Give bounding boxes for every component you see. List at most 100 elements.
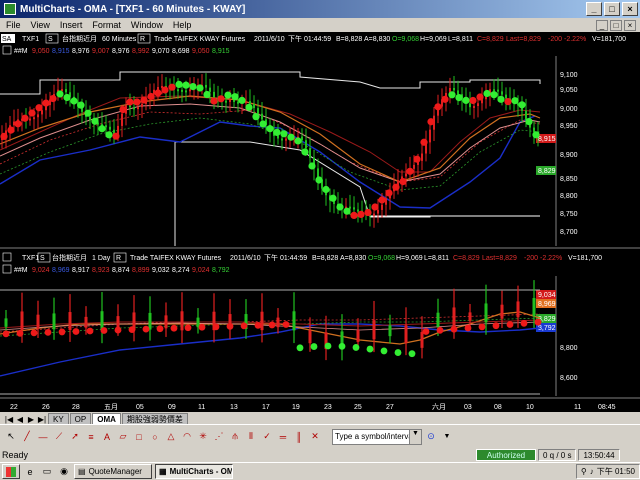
signal-dot xyxy=(140,96,148,104)
maximize-button[interactable]: □ xyxy=(604,2,620,16)
mdi-restore-button[interactable]: □ xyxy=(610,19,622,31)
daily-bar-body xyxy=(148,312,152,330)
gann-icon[interactable]: ✳ xyxy=(196,430,210,444)
tab-first-button[interactable]: |◀ xyxy=(4,415,14,424)
pane1-indicator-row: ##M 9,050 8,915 8,976 9,007 8,976 8,992 … xyxy=(2,45,230,55)
candle-body xyxy=(505,94,507,99)
candle-body xyxy=(209,87,211,92)
channel-icon[interactable]: ▱ xyxy=(116,430,130,444)
candle-body xyxy=(309,148,311,158)
trend-icon[interactable]: ⟋ xyxy=(52,430,66,444)
tab-next-button[interactable]: ▶ xyxy=(26,415,36,424)
signal-dot xyxy=(280,130,288,138)
menu-help[interactable]: Help xyxy=(173,20,192,30)
signal-dot xyxy=(492,322,500,330)
pane2-indicator-value: 9,024 xyxy=(192,267,210,274)
vline-icon[interactable]: ║ xyxy=(292,430,306,444)
menu-file[interactable]: File xyxy=(6,20,21,30)
tab-last-button[interactable]: ▶| xyxy=(37,415,47,424)
refresh-icon[interactable]: ⊙ xyxy=(424,430,438,444)
pane2-change: -200 xyxy=(524,255,538,262)
signal-dot xyxy=(133,98,141,106)
x-tick-label: 26 xyxy=(42,404,50,411)
media-icon[interactable]: ◉ xyxy=(57,465,71,479)
signal-dot xyxy=(273,128,281,136)
line-icon[interactable]: ╱ xyxy=(20,430,34,444)
cycle-icon[interactable]: ⦀ xyxy=(244,430,258,444)
volume-icon[interactable]: ♪ xyxy=(590,467,594,476)
daily-bar-body xyxy=(308,330,312,344)
signal-dot xyxy=(352,344,360,351)
rect-icon[interactable]: □ xyxy=(132,430,146,444)
x-tick-label: 08 xyxy=(494,404,502,411)
pitchfork-icon[interactable]: ⫛ xyxy=(228,430,242,444)
menu-window[interactable]: Window xyxy=(131,20,163,30)
start-button[interactable] xyxy=(2,464,20,479)
task-multicharts[interactable]: ▦ MultiCharts - OMA - [TX... xyxy=(155,464,233,479)
pane1-time: 下午 01:44:59 xyxy=(288,34,331,43)
tab-prev-button[interactable]: ◀ xyxy=(15,415,25,424)
daily-bar-body xyxy=(116,316,120,328)
chevron-down-icon[interactable]: ▼ xyxy=(440,430,454,444)
signal-dot xyxy=(310,343,318,350)
ray-icon[interactable]: — xyxy=(36,430,50,444)
arc-icon[interactable]: ◠ xyxy=(180,430,194,444)
candle-body xyxy=(177,89,179,92)
candle-body xyxy=(157,87,159,90)
chevron-down-icon[interactable]: ▼ xyxy=(409,429,421,444)
tab-strength-spread[interactable]: 期股強弱勢價差 xyxy=(121,413,188,424)
pane2-candles[interactable] xyxy=(4,280,536,361)
close-button[interactable]: × xyxy=(622,2,638,16)
tab-oma[interactable]: OMA xyxy=(92,413,121,424)
hline-icon[interactable]: ═ xyxy=(276,430,290,444)
arrow-icon[interactable]: ➚ xyxy=(68,430,82,444)
mdi-minimize-button[interactable]: _ xyxy=(596,19,608,31)
pane2-blue-line xyxy=(0,323,541,377)
ie-icon[interactable]: e xyxy=(23,465,37,479)
fib-icon[interactable]: ≡ xyxy=(84,430,98,444)
x-tick-label: 05 xyxy=(136,404,144,411)
menu-insert[interactable]: Insert xyxy=(60,20,83,30)
mdi-close-button[interactable]: × xyxy=(624,19,636,31)
symbol-interval-select[interactable]: Type a symbol/interval ▼ xyxy=(332,428,422,445)
triangle-icon[interactable]: △ xyxy=(164,430,178,444)
signal-dot xyxy=(448,91,456,99)
window-titlebar: MultiCharts - OMA - [TXF1 - 60 Minutes -… xyxy=(0,0,640,18)
task-quotemanager[interactable]: ▤ QuoteManager xyxy=(74,464,152,479)
candle-body xyxy=(105,125,107,128)
tab-ky[interactable]: KY xyxy=(48,413,69,424)
pane1-name: 台指期近月 xyxy=(62,34,97,43)
signal-dot xyxy=(371,203,379,211)
signal-dot xyxy=(142,325,150,333)
tick-icon[interactable]: ✓ xyxy=(260,430,274,444)
pane2-indicator-close-icon[interactable] xyxy=(2,264,12,274)
pane2-close-icon[interactable] xyxy=(2,252,12,262)
chart-canvas[interactable]: SA TXF1 S 台指期近月 60 Minutes R Trade TAIFE… xyxy=(0,32,640,412)
desktop-icon[interactable]: ▭ xyxy=(40,465,54,479)
daily-bar-body xyxy=(404,325,408,344)
menu-format[interactable]: Format xyxy=(92,20,121,30)
pane1-indicator-close-icon[interactable] xyxy=(2,45,12,55)
signal-dot xyxy=(30,329,38,337)
signal-dot xyxy=(399,178,407,186)
menu-view[interactable]: View xyxy=(31,20,50,30)
speed-icon[interactable]: ⋰ xyxy=(212,430,226,444)
pane2-indicator-value: 8,923 xyxy=(92,267,110,274)
pane2-plot[interactable] xyxy=(0,289,541,395)
signal-dot xyxy=(231,93,239,101)
text-icon[interactable]: A xyxy=(100,430,114,444)
chart-workspace[interactable]: SA TXF1 S 台指期近月 60 Minutes R Trade TAIFE… xyxy=(0,32,640,412)
signal-dot xyxy=(406,167,414,175)
pane1-price-tag-label: 8,915 xyxy=(538,136,556,143)
signal-dot xyxy=(476,93,484,101)
candle-body xyxy=(41,110,43,115)
delete-icon[interactable]: ✕ xyxy=(308,430,322,444)
pane1-indicator-value: 9,070 xyxy=(152,48,170,55)
tab-op[interactable]: OP xyxy=(69,413,92,424)
signal-dot xyxy=(259,120,267,128)
cursor-icon[interactable]: ↖ xyxy=(4,430,18,444)
windows-taskbar: e ▭ ◉ ▤ QuoteManager ▦ MultiCharts - OMA… xyxy=(0,462,640,480)
minimize-button[interactable]: _ xyxy=(586,2,602,16)
network-icon[interactable]: ⚲ xyxy=(581,467,587,476)
ellipse-icon[interactable]: ○ xyxy=(148,430,162,444)
